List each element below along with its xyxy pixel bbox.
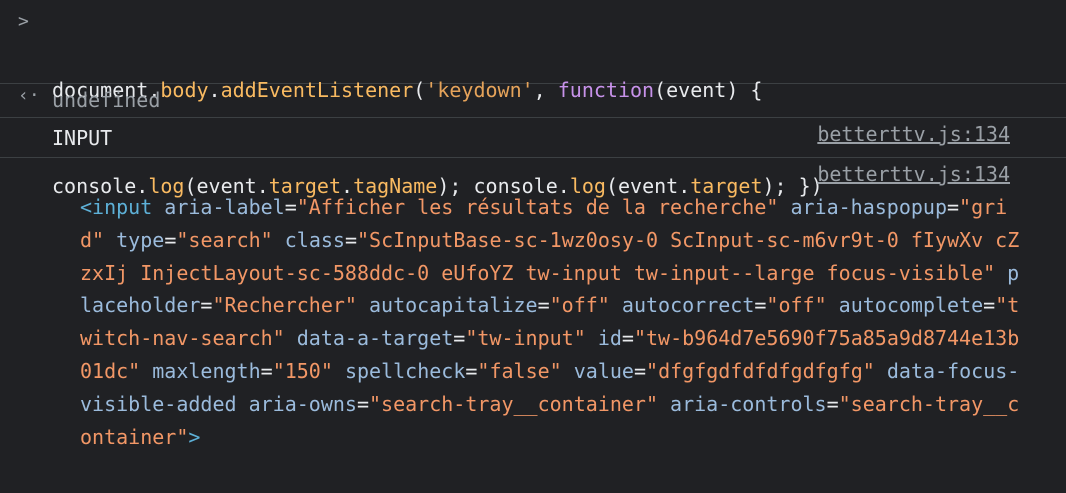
devtools-console: > document.body.addEventListener('keydow… [0, 0, 1066, 493]
attribute-equals: = [260, 358, 273, 383]
attribute-equals: = [284, 195, 297, 219]
attribute-equals: = [356, 391, 370, 416]
source-link[interactable]: betterttv.js:134 [817, 122, 1010, 146]
attribute-value: "search-tray__container" [369, 391, 658, 416]
attribute-equals: = [200, 293, 213, 318]
attribute-value: "Afficher les résultats de la recherche" [296, 195, 779, 219]
console-log-row-1: INPUT betterttv.js:134 [0, 118, 1066, 158]
attribute-value: "false" [477, 358, 562, 383]
attribute-equals: = [344, 227, 357, 252]
attribute-name: value [573, 358, 634, 383]
attribute-name: autocomplete [838, 293, 984, 318]
attribute-value: "150" [272, 358, 333, 383]
attribute-equals: = [633, 358, 647, 383]
attribute-equals: = [453, 326, 466, 351]
attribute-value: "dfgfgdfdfdfgdfgfg" [646, 358, 875, 383]
console-result-row: ‹· undefined [0, 84, 1066, 118]
console-command-row[interactable]: > document.body.addEventListener('keydow… [0, 0, 1066, 198]
attribute-equals: = [621, 326, 634, 351]
attribute-name: data-a-target [296, 326, 454, 351]
source-link[interactable]: betterttv.js:134 [817, 162, 1010, 186]
result-arrow-icon: ‹· [18, 85, 40, 106]
attribute-value: "tw-input" [465, 326, 586, 351]
attribute-name: aria-haspopup [790, 195, 947, 219]
element-dump[interactable]: <input aria-label="Afficher les résultat… [80, 191, 1020, 453]
result-value: undefined [52, 88, 161, 112]
attribute-equals: = [754, 293, 767, 318]
element-close-tag: > [188, 424, 201, 449]
element-open-tag: <input [80, 195, 153, 219]
attribute-name: spellcheck [344, 358, 466, 383]
attribute-name: id [597, 326, 622, 351]
prompt-chevron-icon: > [18, 11, 29, 32]
attribute-name: aria-controls [670, 391, 827, 416]
attribute-value: "Rechercher" [212, 293, 357, 318]
attribute-equals: = [537, 293, 550, 318]
attribute-equals: = [465, 358, 478, 383]
attribute-name: aria-owns [248, 391, 357, 416]
attribute-equals: = [164, 227, 177, 252]
attribute-equals: = [947, 195, 960, 219]
attribute-value: "search" [176, 227, 273, 252]
attribute-equals: = [826, 391, 839, 416]
attribute-value: "off" [766, 293, 827, 318]
attribute-name: maxlength [152, 358, 261, 383]
attribute-name: class [284, 227, 345, 252]
attribute-value: "off" [549, 293, 610, 318]
attribute-name: autocorrect [621, 293, 755, 318]
attribute-equals: = [983, 293, 996, 318]
attribute-name: type [116, 227, 165, 252]
attribute-name: autocapitalize [369, 293, 538, 318]
attribute-name: aria-label [164, 195, 285, 219]
